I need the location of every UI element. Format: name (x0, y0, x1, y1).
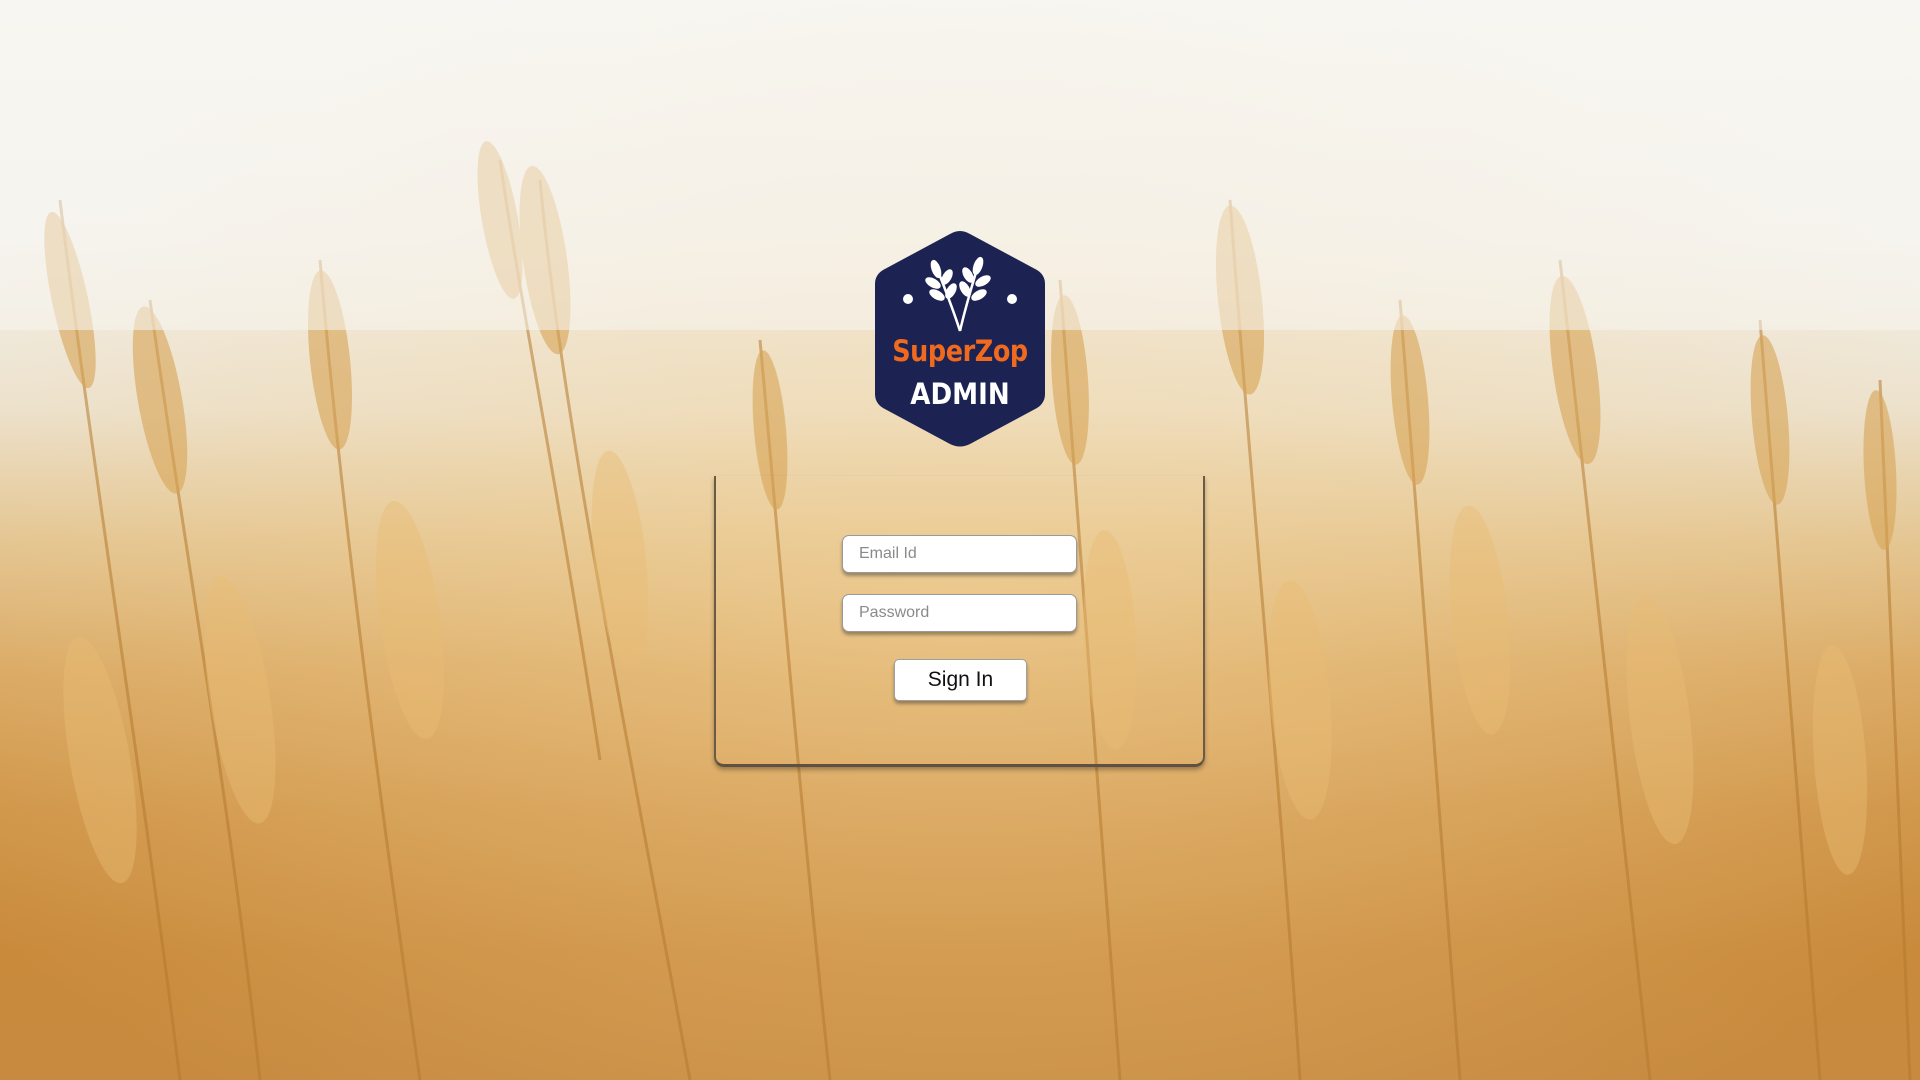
superzop-admin-logo: SuperZop ADMIN (873, 229, 1047, 449)
sign-in-button[interactable]: Sign In (894, 659, 1027, 701)
logo-subtitle-text: ADMIN (910, 377, 1010, 411)
logo-brand-text: SuperZop (892, 334, 1028, 368)
email-field[interactable] (842, 535, 1077, 573)
login-page: SuperZop ADMIN Sign In (0, 0, 1920, 1080)
password-field[interactable] (842, 594, 1077, 632)
